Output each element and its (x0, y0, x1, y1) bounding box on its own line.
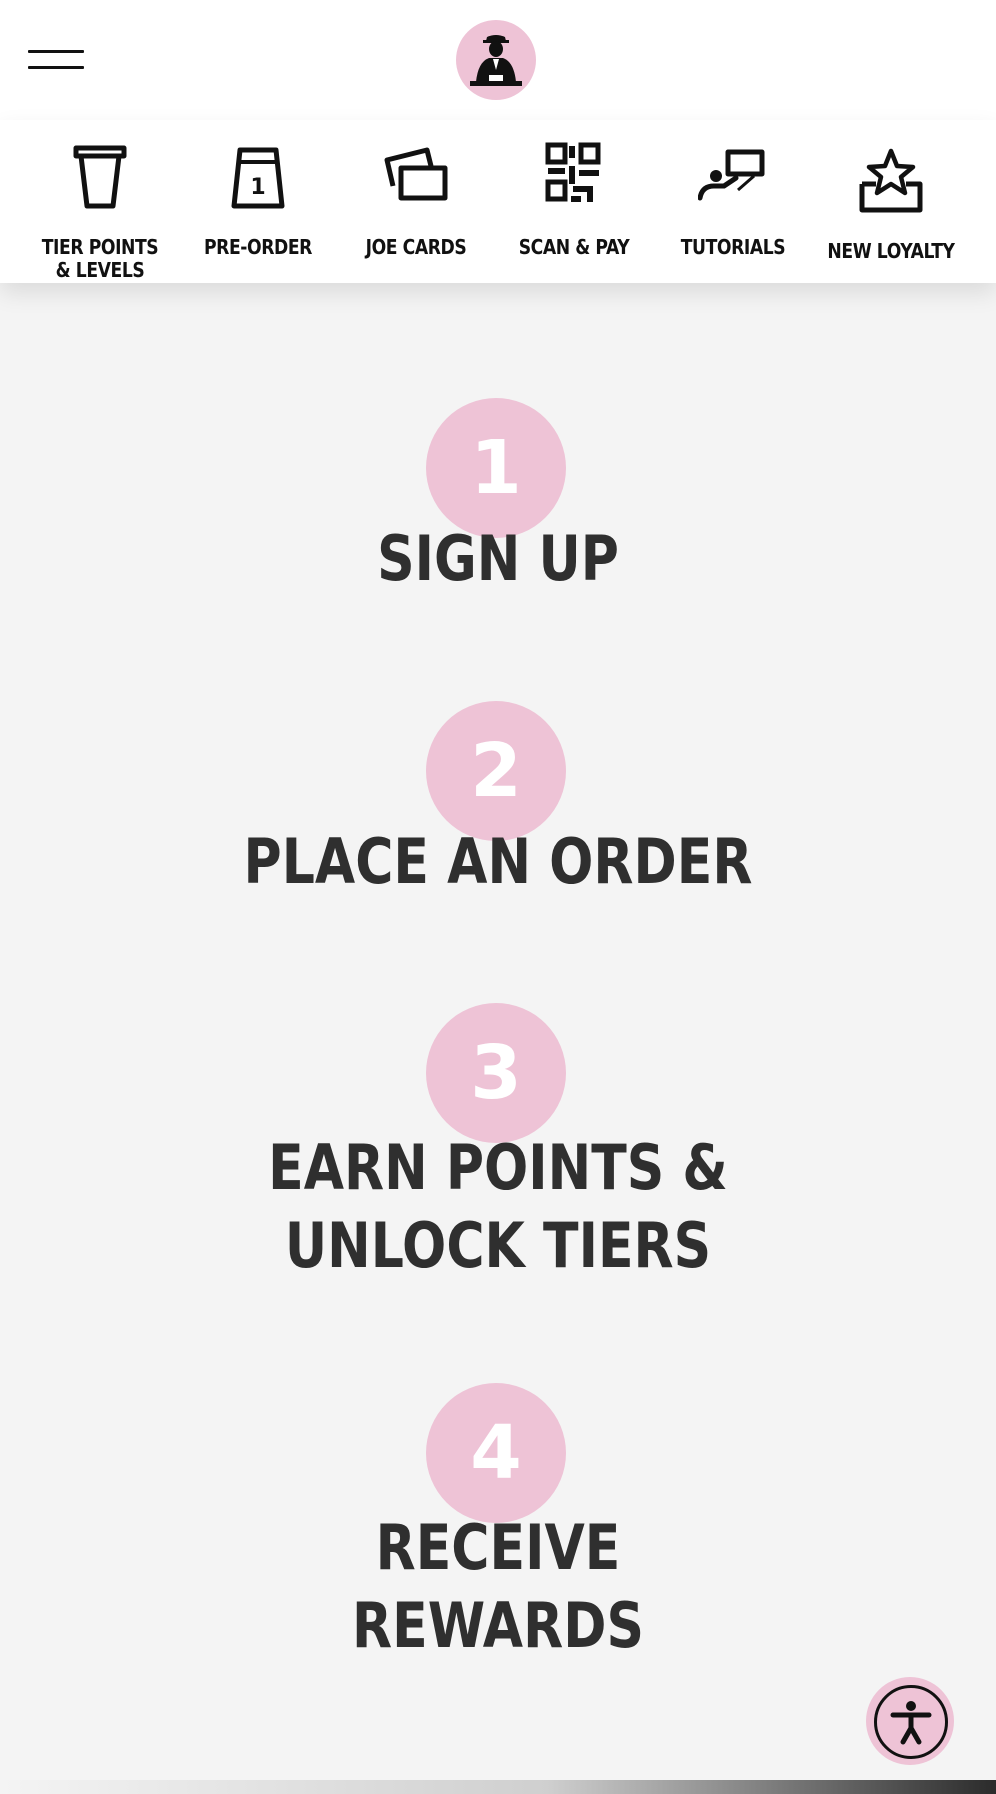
quick-nav: TIER POINTS & LEVELS 1 PRE-ORDER JOE CAR… (0, 120, 996, 283)
nav-pre-order[interactable]: 1 PRE-ORDER (179, 140, 337, 280)
accessibility-person-icon (874, 1685, 948, 1759)
joe-logo-icon[interactable] (456, 20, 536, 100)
pre-order-icon-number: 1 (250, 175, 265, 200)
nav-label: JOE CARDS (365, 235, 467, 259)
qr-code-icon (539, 142, 609, 212)
tutorial-presenter-icon (697, 142, 768, 212)
accessibility-button[interactable] (866, 1677, 954, 1765)
menu-bar (28, 66, 84, 69)
step-title: RECEIVE REWARDS (352, 1511, 644, 1662)
nav-scan-pay[interactable]: SCAN & PAY (495, 140, 653, 280)
nav-tutorials[interactable]: TUTORIALS (654, 140, 812, 280)
nav-label: TUTORIALS (680, 235, 786, 259)
step-number: 2 (470, 728, 522, 814)
nav-label: PRE-ORDER (203, 235, 313, 259)
nav-label: SCAN & PAY (518, 235, 630, 259)
nav-joe-cards[interactable]: JOE CARDS (337, 140, 495, 280)
step-number: 1 (470, 425, 522, 511)
step-number: 4 (470, 1410, 522, 1496)
step-title: PLACE AN ORDER (243, 825, 753, 898)
step-number: 3 (470, 1030, 522, 1116)
cup-icon (65, 142, 135, 212)
nav-new-loyalty[interactable]: NEW LOYALTY (812, 140, 970, 280)
cards-icon (381, 142, 451, 212)
bottom-shadow (0, 1780, 996, 1794)
step-title: SIGN UP (377, 522, 619, 595)
site-header (0, 0, 996, 120)
nav-label: TIER POINTS & LEVELS (41, 235, 159, 282)
star-box-icon (856, 142, 926, 213)
nav-tier-points[interactable]: TIER POINTS & LEVELS (21, 140, 179, 282)
step-title: EARN POINTS & UNLOCK TIERS (268, 1131, 728, 1282)
menu-bar (28, 50, 84, 53)
hamburger-menu-icon[interactable] (28, 46, 84, 72)
logo-figure (470, 35, 522, 86)
page: TIER POINTS & LEVELS 1 PRE-ORDER JOE CAR… (0, 0, 996, 1794)
pre-order-bag-icon: 1 (223, 142, 293, 212)
nav-label: NEW LOYALTY (827, 239, 955, 263)
